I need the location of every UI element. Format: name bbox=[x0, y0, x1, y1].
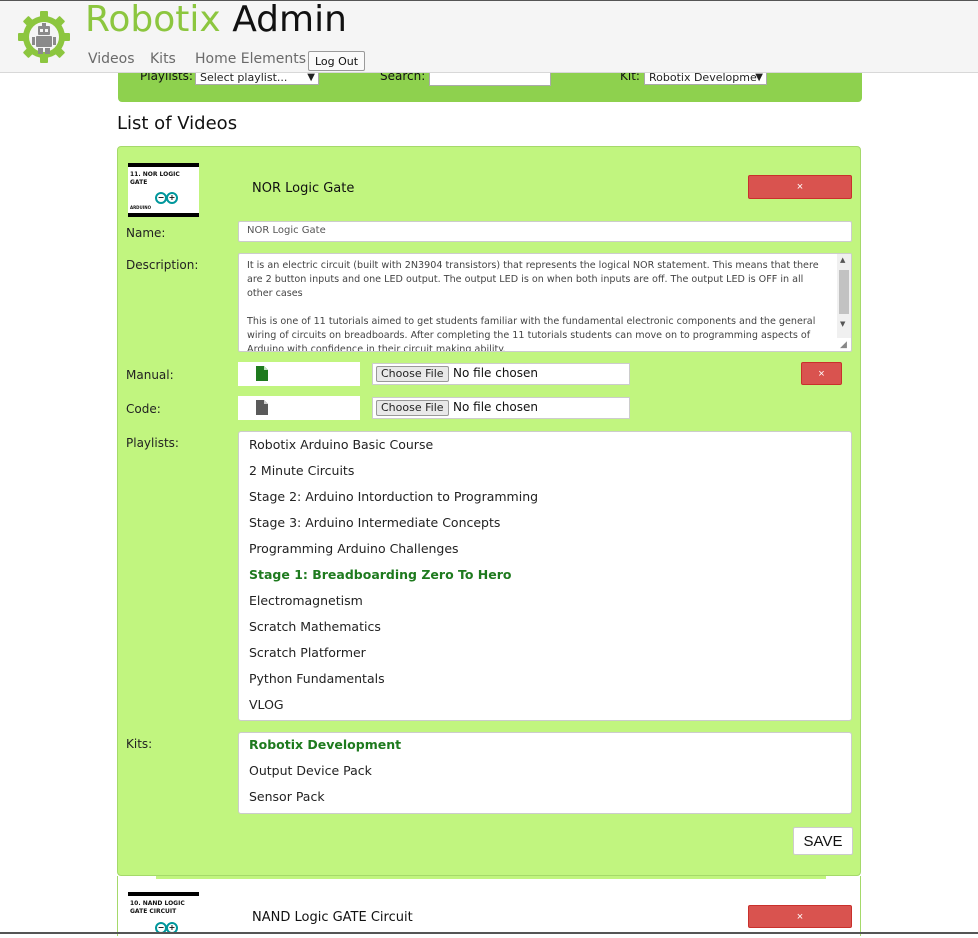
code-file-icon[interactable] bbox=[256, 400, 268, 415]
nav-videos[interactable]: Videos bbox=[88, 51, 135, 67]
scroll-up-icon[interactable]: ▲ bbox=[840, 256, 845, 264]
app-header: Robotix Admin Videos Kits Home Elements … bbox=[0, 0, 978, 73]
save-button[interactable]: SAVE bbox=[793, 827, 853, 855]
app-title-robotix: Robotix bbox=[85, 0, 221, 40]
playlist-option[interactable]: Stage 2: Arduino Intorduction to Program… bbox=[249, 489, 538, 504]
manual-file-status: No file chosen bbox=[453, 366, 539, 380]
manual-file-icon[interactable] bbox=[256, 366, 268, 381]
playlists-label: Playlists: bbox=[126, 436, 179, 450]
video-title: NAND Logic GATE Circuit bbox=[252, 910, 413, 925]
manual-choose-file-button[interactable]: Choose File bbox=[376, 366, 449, 382]
description-scrollbar[interactable]: ▲ ▼ bbox=[837, 254, 851, 338]
video-thumbnail: 11. NOR LOGIC GATE − + ARDUINO bbox=[128, 163, 199, 217]
playlist-option[interactable]: Programming Arduino Challenges bbox=[249, 541, 459, 556]
manual-label: Manual: bbox=[126, 368, 174, 382]
kit-option[interactable]: Output Device Pack bbox=[249, 763, 372, 778]
page-title: List of Videos bbox=[117, 113, 238, 134]
playlist-option[interactable]: Python Fundamentals bbox=[249, 671, 385, 686]
app-title: Robotix Admin bbox=[85, 0, 347, 42]
scroll-down-icon[interactable]: ▼ bbox=[840, 320, 845, 328]
kit-option-selected[interactable]: Robotix Development bbox=[249, 737, 401, 752]
playlist-option[interactable]: Robotix Arduino Basic Course bbox=[249, 437, 433, 452]
robot-gear-logo-icon[interactable] bbox=[17, 10, 71, 64]
resize-handle-icon[interactable]: ◢ bbox=[840, 340, 850, 350]
name-label: Name: bbox=[126, 226, 166, 240]
video-title: NOR Logic Gate bbox=[252, 181, 355, 196]
delete-manual-button[interactable]: × bbox=[801, 362, 842, 385]
nav-kits[interactable]: Kits bbox=[150, 51, 176, 67]
playlist-option[interactable]: VLOG bbox=[249, 697, 284, 712]
code-file-status: No file chosen bbox=[453, 400, 539, 414]
kits-label: Kits: bbox=[126, 737, 153, 751]
description-textarea[interactable]: It is an electric circuit (built with 2N… bbox=[238, 253, 852, 352]
code-file-preview bbox=[238, 396, 360, 420]
description-label: Description: bbox=[126, 258, 199, 272]
plus-icon: + bbox=[166, 192, 178, 204]
card-divider bbox=[156, 876, 826, 879]
app-title-admin: Admin bbox=[232, 0, 347, 40]
playlist-option-selected[interactable]: Stage 1: Breadboarding Zero To Hero bbox=[249, 567, 512, 582]
playlist-option[interactable]: Scratch Mathematics bbox=[249, 619, 381, 634]
code-label: Code: bbox=[126, 402, 161, 416]
playlist-option[interactable]: 2 Minute Circuits bbox=[249, 463, 354, 478]
playlist-option[interactable]: Electromagnetism bbox=[249, 593, 363, 608]
code-file-input[interactable]: Choose File No file chosen bbox=[372, 397, 630, 419]
thumbnail-brand: ARDUINO bbox=[130, 205, 151, 210]
video-card: 10. NAND LOGIC GATE CIRCUIT − + NAND Log… bbox=[117, 876, 861, 938]
manual-file-input[interactable]: Choose File No file chosen bbox=[372, 363, 630, 385]
playlists-multiselect[interactable]: Robotix Arduino Basic Course 2 Minute Ci… bbox=[238, 431, 852, 721]
description-text: It is an electric circuit (built with 2N… bbox=[247, 260, 819, 352]
playlist-option[interactable]: Scratch Platformer bbox=[249, 645, 366, 660]
delete-video-button[interactable]: × bbox=[748, 175, 852, 199]
kit-option[interactable]: Sensor Pack bbox=[249, 789, 325, 804]
delete-video-button[interactable]: × bbox=[748, 905, 852, 928]
thumbnail-text: 10. NAND LOGIC GATE CIRCUIT bbox=[130, 900, 185, 915]
code-choose-file-button[interactable]: Choose File bbox=[376, 400, 449, 416]
thumbnail-text: 11. NOR LOGIC GATE bbox=[130, 171, 180, 186]
kits-multiselect[interactable]: Robotix Development Output Device Pack S… bbox=[238, 732, 852, 814]
scrollbar-thumb[interactable] bbox=[839, 270, 849, 314]
name-input[interactable]: NOR Logic Gate bbox=[238, 221, 852, 242]
playlist-option[interactable]: Stage 3: Arduino Intermediate Concepts bbox=[249, 515, 500, 530]
logout-button[interactable]: Log Out bbox=[308, 51, 366, 71]
video-card: 11. NOR LOGIC GATE − + ARDUINO NOR Logic… bbox=[117, 146, 861, 876]
nav-home-elements[interactable]: Home Elements bbox=[195, 51, 306, 67]
manual-file-preview bbox=[238, 362, 360, 386]
